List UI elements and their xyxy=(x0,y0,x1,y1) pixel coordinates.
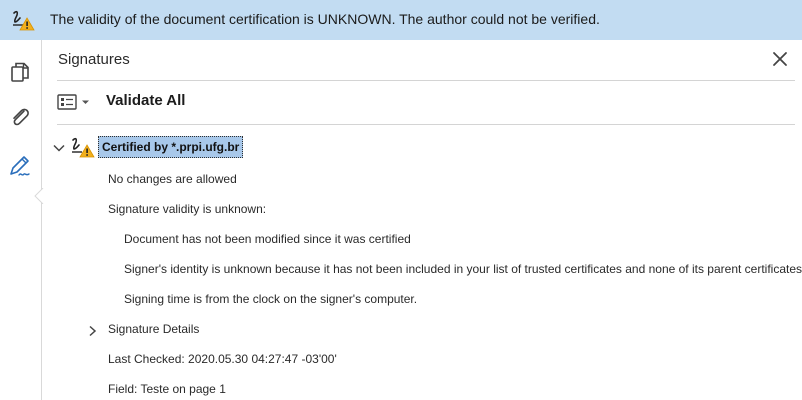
left-navigation-rail xyxy=(0,40,44,400)
close-icon[interactable] xyxy=(771,50,789,68)
options-menu-button[interactable] xyxy=(57,93,95,111)
chevron-right-icon[interactable] xyxy=(86,324,98,338)
certification-banner: The validity of the document certificati… xyxy=(0,0,802,40)
validity-detail-item: Signing time is from the clock on the si… xyxy=(124,292,418,306)
validity-detail-item: Document has not been modified since it … xyxy=(124,232,411,246)
banner-message: The validity of the document certificati… xyxy=(50,11,600,27)
signature-details-toggle[interactable]: Signature Details xyxy=(108,322,199,336)
toolbar-divider xyxy=(57,124,795,125)
field-text: Field: Teste on page 1 xyxy=(108,382,226,396)
signature-pen-icon[interactable] xyxy=(7,153,33,179)
signature-panel-window: The validity of the document certificati… xyxy=(0,0,802,400)
page-thumbnails-icon[interactable] xyxy=(7,60,33,86)
signature-warning-icon xyxy=(13,10,35,31)
panel-title: Signatures xyxy=(58,51,130,68)
validity-status: Signature validity is unknown: xyxy=(108,202,267,216)
validity-detail-item: Signer's identity is unknown because it … xyxy=(124,262,802,276)
chevron-down-icon[interactable] xyxy=(52,141,66,155)
active-panel-pointer-icon xyxy=(34,188,44,204)
header-divider xyxy=(57,80,795,81)
validate-all-button[interactable]: Validate All xyxy=(106,92,185,109)
changes-status: No changes are allowed xyxy=(108,172,237,186)
attachment-icon[interactable] xyxy=(7,105,33,131)
signature-warning-icon xyxy=(72,137,95,158)
certified-by-item[interactable]: Certified by *.prpi.ufg.br xyxy=(98,136,244,158)
last-checked-text: Last Checked: 2020.05.30 04:27:47 -03'00… xyxy=(108,352,337,366)
